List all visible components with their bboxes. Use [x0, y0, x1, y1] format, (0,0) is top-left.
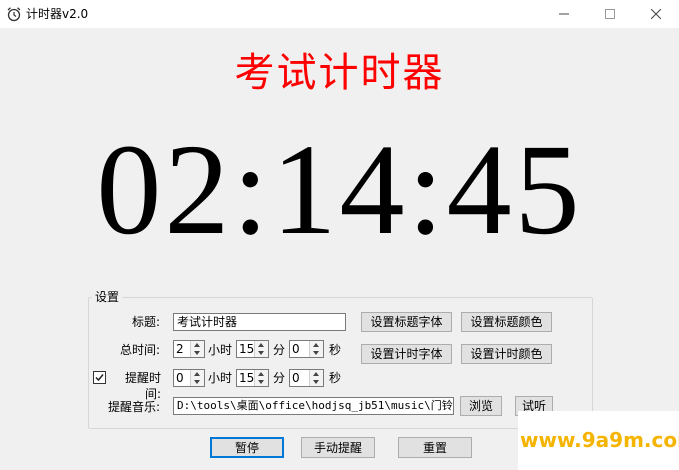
close-icon — [651, 9, 661, 19]
spin-arrows[interactable] — [254, 370, 268, 386]
arrow-down-icon — [258, 351, 264, 355]
reset-button[interactable]: 重置 — [398, 437, 472, 458]
reminder-seconds-stepper[interactable]: 0 — [289, 369, 324, 387]
total-seconds-value: 0 — [292, 342, 300, 356]
set-title-color-button[interactable]: 设置标题颜色 — [461, 312, 552, 332]
arrow-up-icon — [258, 372, 264, 376]
total-seconds-stepper[interactable]: 0 — [289, 340, 324, 358]
exam-title-display: 考试计时器 — [234, 50, 445, 96]
arrow-down-icon — [313, 351, 319, 355]
reminder-minutes-value: 15 — [239, 371, 255, 385]
alarm-clock-icon — [7, 7, 21, 22]
set-title-font-button[interactable]: 设置标题字体 — [361, 312, 452, 332]
reminder-hours-value: 0 — [176, 371, 184, 385]
minimize-icon — [559, 13, 569, 15]
total-hours-stepper[interactable]: 2 — [173, 340, 205, 358]
reminder-hours-unit: 小时 — [208, 371, 233, 385]
maximize-button[interactable] — [587, 0, 633, 28]
total-hours-unit: 小时 — [208, 343, 233, 357]
reminder-minutes-unit: 分 — [273, 371, 286, 385]
arrow-up-icon — [194, 343, 200, 347]
close-button[interactable] — [633, 0, 679, 28]
browse-button[interactable]: 浏览 — [460, 396, 502, 416]
title-bar: 计时器v2.0 — [0, 0, 679, 28]
spin-arrows[interactable] — [309, 341, 323, 357]
reminder-minutes-stepper[interactable]: 15 — [236, 369, 269, 387]
total-seconds-unit: 秒 — [329, 343, 342, 357]
music-path-input[interactable]: D:\tools\桌面\office\hodjsq_jb51\music\门铃.… — [173, 397, 454, 415]
spin-arrows[interactable] — [190, 341, 204, 357]
spin-arrows[interactable] — [309, 370, 323, 386]
set-timer-color-button[interactable]: 设置计时颜色 — [461, 344, 552, 364]
total-minutes-value: 15 — [239, 342, 255, 356]
music-label: 提醒音乐: — [107, 400, 160, 414]
arrow-up-icon — [258, 343, 264, 347]
total-hours-value: 2 — [176, 342, 184, 356]
maximize-icon — [605, 9, 615, 19]
check-icon — [95, 374, 104, 382]
arrow-down-icon — [313, 380, 319, 384]
total-time-label: 总时间: — [119, 343, 160, 357]
reminder-time-label: 提醒时间: — [124, 371, 161, 401]
total-minutes-stepper[interactable]: 15 — [236, 340, 269, 358]
reminder-checkbox[interactable] — [93, 371, 106, 384]
minimize-button[interactable] — [541, 0, 587, 28]
arrow-up-icon — [194, 372, 200, 376]
arrow-up-icon — [313, 372, 319, 376]
manual-remind-button[interactable]: 手动提醒 — [301, 437, 375, 458]
title-label: 标题: — [131, 315, 160, 329]
total-minutes-unit: 分 — [273, 343, 286, 357]
settings-group-label: 设置 — [92, 290, 123, 304]
reminder-seconds-unit: 秒 — [329, 371, 342, 385]
reminder-seconds-value: 0 — [292, 371, 300, 385]
arrow-down-icon — [194, 380, 200, 384]
pause-button[interactable]: 暂停 — [210, 437, 284, 458]
arrow-down-icon — [194, 351, 200, 355]
spin-arrows[interactable] — [254, 341, 268, 357]
title-input[interactable]: 考试计时器 — [173, 313, 346, 331]
arrow-down-icon — [258, 380, 264, 384]
reminder-hours-stepper[interactable]: 0 — [173, 369, 205, 387]
set-timer-font-button[interactable]: 设置计时字体 — [361, 344, 452, 364]
countdown-display: 02:14:45 — [96, 118, 583, 262]
spin-arrows[interactable] — [190, 370, 204, 386]
arrow-up-icon — [313, 343, 319, 347]
watermark: www.9a9m.com — [520, 428, 679, 452]
window-title: 计时器v2.0 — [26, 7, 89, 21]
